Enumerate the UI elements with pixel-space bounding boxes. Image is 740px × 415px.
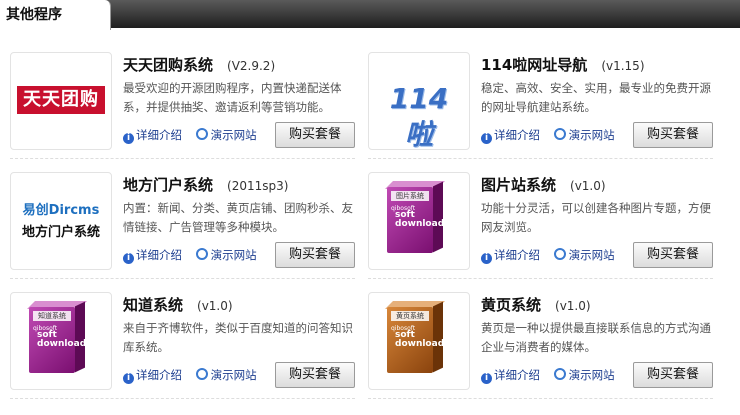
software-box-image: 图片系统 qibosoft soft download <box>385 181 447 261</box>
program-item: 黄页系统 qibosoft soft download 黄页系统 (v1.0) 黄… <box>368 292 720 402</box>
detail-link[interactable]: i 详细介绍 <box>123 127 182 144</box>
detail-link[interactable]: i 详细介绍 <box>123 367 182 384</box>
program-title[interactable]: 地方门户系统 (2011sp3) <box>123 174 288 195</box>
program-logo[interactable]: 天天团购 <box>10 52 112 150</box>
program-description: 最受欢迎的开源团购程序，内置快递配送体系，并提供抽奖、邀请返利等营销功能。 <box>123 81 342 114</box>
program-title[interactable]: 黄页系统 (v1.0) <box>481 294 591 315</box>
detail-link[interactable]: i 详细介绍 <box>481 127 540 144</box>
demo-link[interactable]: 演示网站 <box>195 127 257 143</box>
search-icon <box>195 128 208 140</box>
software-box-image: 黄页系统 qibosoft soft download <box>385 301 447 381</box>
demo-link[interactable]: 演示网站 <box>195 247 257 263</box>
software-box-image: 知道系统 qibosoft soft download <box>27 301 89 381</box>
program-logo[interactable]: 图片系统 qibosoft soft download <box>368 172 470 270</box>
demo-link[interactable]: 演示网站 <box>553 367 615 383</box>
tuangou-logo: 天天团购 <box>17 86 105 114</box>
program-logo[interactable]: 黄页系统 qibosoft soft download <box>368 292 470 390</box>
program-version: (2011sp3) <box>227 179 289 193</box>
program-item: 图片系统 qibosoft soft download 图片站系统 (v1.0) … <box>368 172 720 282</box>
program-description: 稳定、高效、安全、实用，最专业的免费开源的网址导航建站系统。 <box>481 81 711 114</box>
program-title[interactable]: 天天团购系统 (V2.9.2) <box>123 54 275 75</box>
buy-package-button[interactable]: 购买套餐 <box>275 122 355 148</box>
demo-link[interactable]: 演示网站 <box>553 247 615 263</box>
program-version: (v1.15) <box>601 59 645 73</box>
program-title[interactable]: 图片站系统 (v1.0) <box>481 174 606 195</box>
divider <box>368 278 713 279</box>
search-icon <box>553 248 566 260</box>
program-item: 知道系统 qibosoft soft download 知道系统 (v1.0) 来… <box>10 292 362 402</box>
program-item: 天天团购 天天团购系统 (V2.9.2) 最受欢迎的开源团购程序，内置快递配送体系… <box>10 52 362 162</box>
program-version: (v1.0) <box>555 299 591 313</box>
divider <box>368 158 713 159</box>
info-icon: i <box>481 133 492 144</box>
program-version: (v1.0) <box>570 179 606 193</box>
program-title[interactable]: 知道系统 (v1.0) <box>123 294 233 315</box>
program-description: 来自于齐博软件，类似于百度知道的问答知识库系统。 <box>123 321 353 354</box>
divider <box>10 278 355 279</box>
buy-package-button[interactable]: 购买套餐 <box>633 122 713 148</box>
buy-package-button[interactable]: 购买套餐 <box>275 242 355 268</box>
search-icon <box>195 368 208 380</box>
info-icon: i <box>123 253 134 264</box>
info-icon: i <box>123 133 134 144</box>
top-bar <box>0 0 740 28</box>
divider <box>10 398 355 399</box>
section-tab-title: 其他程序 <box>6 7 62 23</box>
program-logo[interactable]: 知道系统 qibosoft soft download <box>10 292 112 390</box>
program-version: (v1.0) <box>197 299 233 313</box>
demo-link[interactable]: 演示网站 <box>195 367 257 383</box>
program-logo[interactable]: 114啦 <box>368 52 470 150</box>
search-icon <box>553 128 566 140</box>
program-item: 易创Dircms 地方门户系统 地方门户系统 (2011sp3) 内置：新闻、分类… <box>10 172 362 282</box>
program-logo[interactable]: 易创Dircms 地方门户系统 <box>10 172 112 270</box>
program-description: 内置：新闻、分类、黄页店铺、团购秒杀、友情链接、广告管理等多种模块。 <box>123 201 353 234</box>
program-description: 黄页是一种以提供最直接联系信息的方式沟通企业与消费者的媒体。 <box>481 321 711 354</box>
detail-link[interactable]: i 详细介绍 <box>481 367 540 384</box>
info-icon: i <box>123 373 134 384</box>
114la-logo: 114啦 <box>389 82 449 150</box>
demo-link[interactable]: 演示网站 <box>553 127 615 143</box>
info-icon: i <box>481 253 492 264</box>
program-item: 114啦 114啦网址导航 (v1.15) 稳定、高效、安全、实用，最专业的免费开… <box>368 52 720 162</box>
divider <box>10 158 355 159</box>
program-title[interactable]: 114啦网址导航 (v1.15) <box>481 54 645 75</box>
detail-link[interactable]: i 详细介绍 <box>123 247 182 264</box>
detail-link[interactable]: i 详细介绍 <box>481 247 540 264</box>
search-icon <box>195 248 208 260</box>
program-description: 功能十分灵活，可以创建各种图片专题，方便网友浏览。 <box>481 201 711 234</box>
divider <box>368 398 713 399</box>
info-icon: i <box>481 373 492 384</box>
search-icon <box>553 368 566 380</box>
buy-package-button[interactable]: 购买套餐 <box>633 362 713 388</box>
buy-package-button[interactable]: 购买套餐 <box>275 362 355 388</box>
buy-package-button[interactable]: 购买套餐 <box>633 242 713 268</box>
dircms-subtitle: 地方门户系统 <box>21 225 100 240</box>
section-tab[interactable]: 其他程序 <box>0 0 111 30</box>
dircms-logo: 易创Dircms <box>22 203 100 218</box>
program-version: (V2.9.2) <box>227 59 276 73</box>
